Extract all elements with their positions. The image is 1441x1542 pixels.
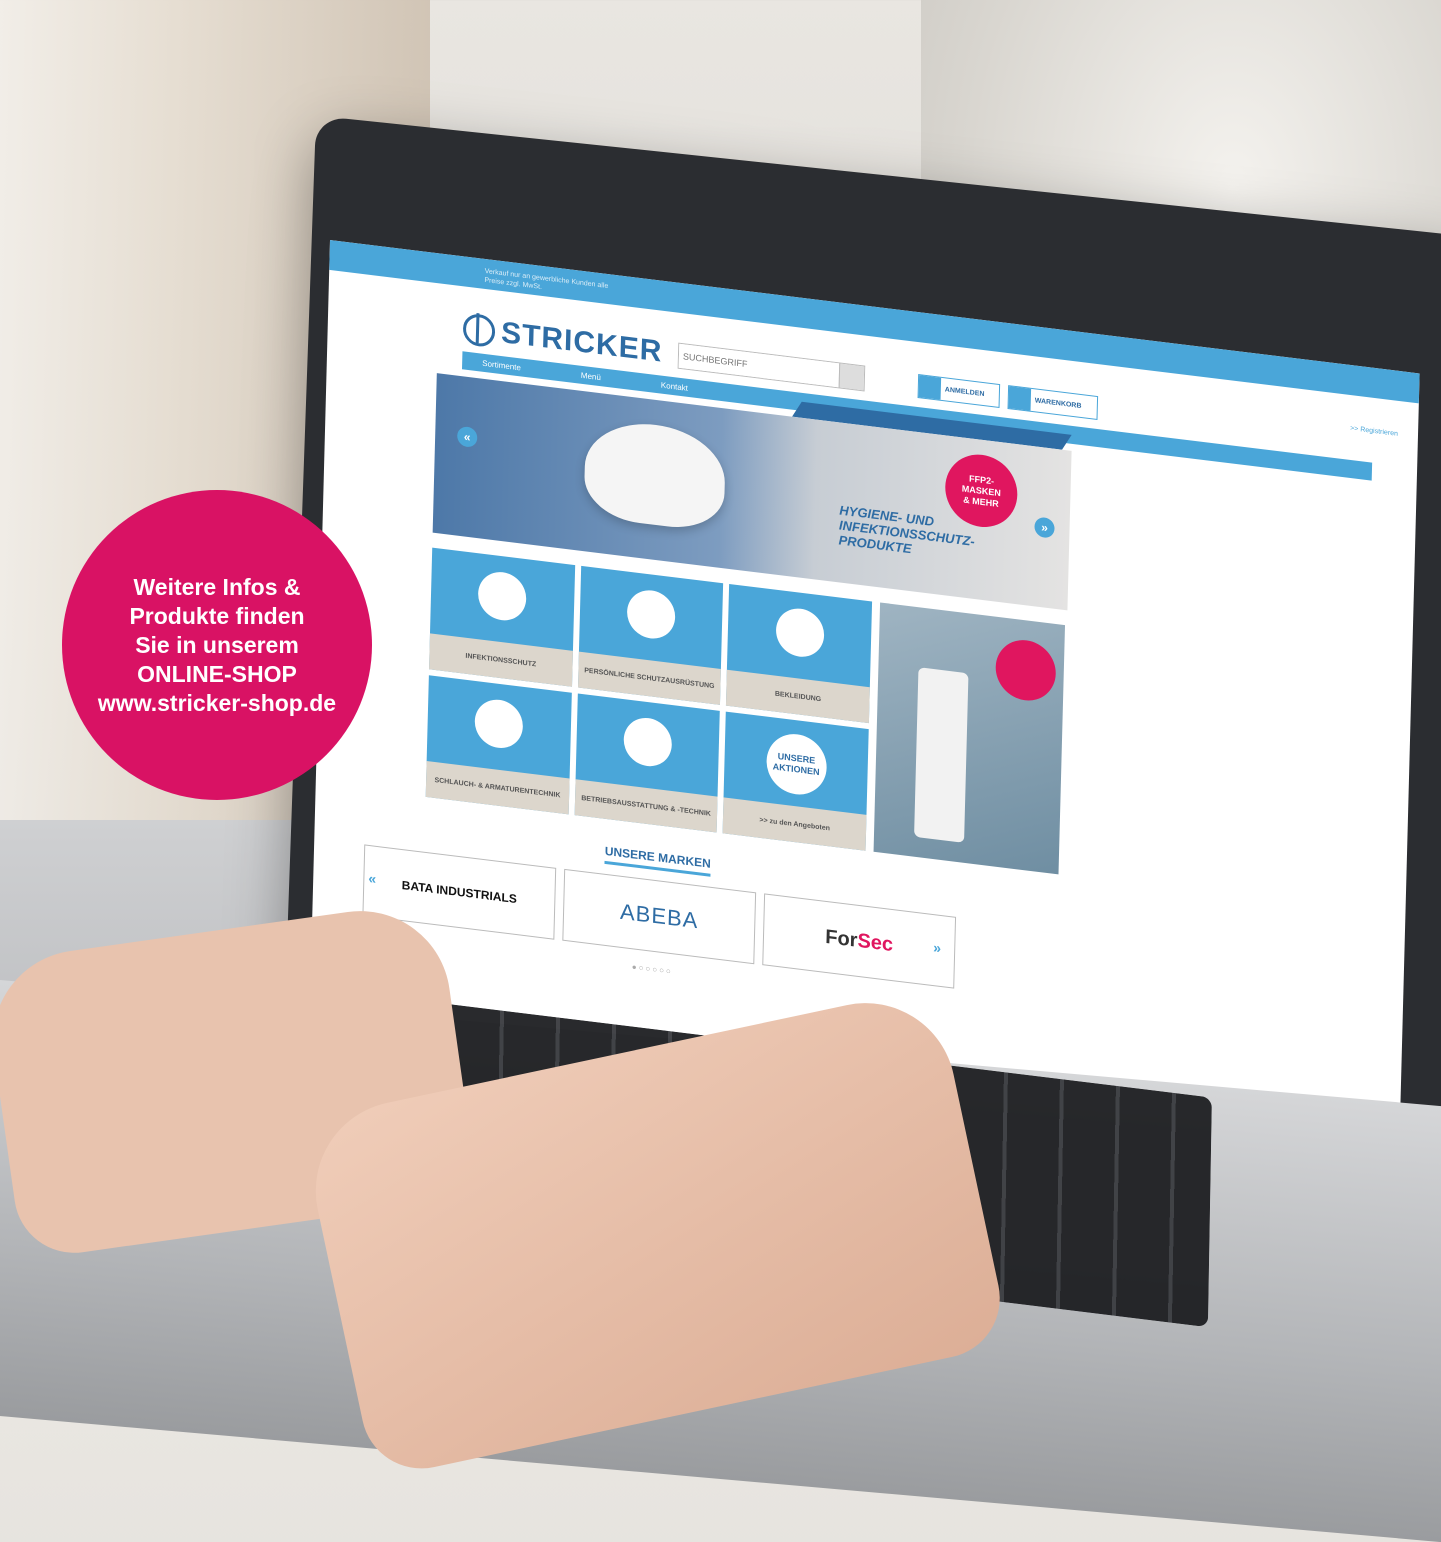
brand-forsec-suffix: Sec xyxy=(857,929,894,956)
hose-icon xyxy=(474,697,524,751)
category-tile-schlauch[interactable]: SCHLAUCH- & ARMATURENTECHNIK xyxy=(425,675,572,815)
category-label: SCHLAUCH- & ARMATURENTECHNIK xyxy=(425,761,570,815)
nav-item-kontakt[interactable]: Kontakt xyxy=(661,380,688,392)
info-line: Sie in unserem xyxy=(135,631,299,658)
category-grid: INFEKTIONSSCHUTZ PERSÖNLICHE SCHUTZAUSRÜ… xyxy=(425,547,873,851)
login-label: ANMELDEN xyxy=(944,385,985,398)
info-circle: Weitere Infos & Produkte finden Sie in u… xyxy=(62,490,372,800)
category-tile-betrieb[interactable]: BETRIEBSAUSSTATTUNG & -TECHNIK xyxy=(574,693,721,833)
jacket-icon xyxy=(775,605,825,660)
category-tile-infektionsschutz[interactable]: INFEKTIONSSCHUTZ xyxy=(429,547,575,687)
register-link[interactable]: >> Registrieren xyxy=(1350,425,1398,438)
brand-forsec[interactable]: For Sec xyxy=(762,893,957,989)
bottles-icon xyxy=(623,715,673,769)
search-button[interactable] xyxy=(838,363,865,391)
ffp2-mask-image xyxy=(583,416,727,534)
brand-abeba[interactable]: ABEBA xyxy=(562,868,757,965)
user-icon xyxy=(918,375,942,400)
info-url: www.stricker-shop.de xyxy=(97,689,337,716)
brands-next-button[interactable]: » xyxy=(933,939,941,956)
category-tile-bekleidung[interactable]: BEKLEIDUNG xyxy=(726,584,873,724)
cart-icon xyxy=(1008,386,1032,411)
brand-forsec-prefix: For xyxy=(824,925,858,952)
cart-button[interactable]: WARENKORB xyxy=(1007,385,1099,421)
helmet-goggles-icon xyxy=(626,587,676,642)
brand-bata-label: BATA INDUSTRIALS xyxy=(401,878,518,907)
login-button[interactable]: ANMELDEN xyxy=(917,374,1001,409)
category-tile-aktionen[interactable]: UNSERE AKTIONEN >> zu den Angeboten xyxy=(722,711,869,851)
category-tile-psa[interactable]: PERSÖNLICHE SCHUTZAUSRÜSTUNG xyxy=(577,565,724,705)
category-label: BETRIEBSAUSSTATTUNG & -TECHNIK xyxy=(574,779,718,833)
topbar-note: Verkauf nur an gewerbliche Kunden alle P… xyxy=(484,267,609,291)
nav-item-sortimente[interactable]: Sortimente xyxy=(482,358,521,372)
nav-item-menu[interactable]: Menü xyxy=(581,370,601,381)
hero-prev-button[interactable]: « xyxy=(456,425,478,449)
cart-label: WARENKORB xyxy=(1034,396,1082,410)
category-label: >> zu den Angeboten xyxy=(722,797,867,851)
info-line: Weitere Infos & xyxy=(133,573,301,600)
promo-selftest-banner[interactable] xyxy=(873,602,1066,875)
hero-next-button[interactable]: » xyxy=(1034,516,1055,539)
aktionen-badge: UNSERE AKTIONEN xyxy=(765,730,828,798)
brand-abeba-label: ABEBA xyxy=(619,898,699,934)
promo-tag xyxy=(994,636,1057,704)
test-cassette-image xyxy=(914,667,969,843)
brands-title: UNSERE MARKEN xyxy=(604,843,711,877)
info-line: ONLINE-SHOP xyxy=(137,660,297,687)
info-circle-text: Weitere Infos & Produkte finden Sie in u… xyxy=(98,573,336,718)
logo-mark-icon xyxy=(462,312,496,349)
carousel-dots[interactable]: ●○○○○○ xyxy=(632,962,673,976)
shield-virus-icon xyxy=(477,569,528,624)
info-line: Produkte finden xyxy=(129,602,305,629)
